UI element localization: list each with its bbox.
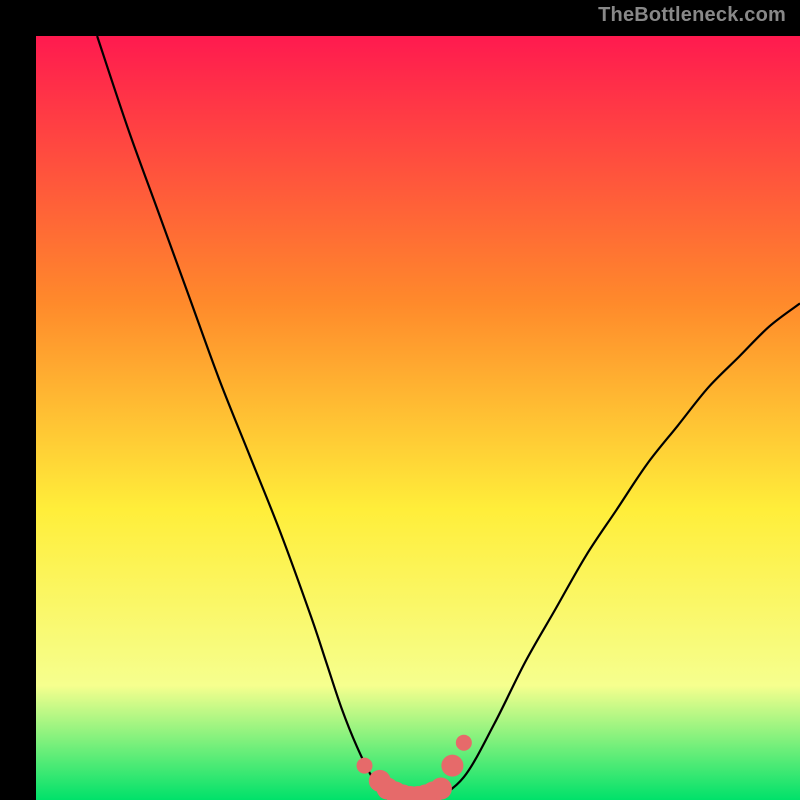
gradient-background [36,36,800,800]
chart-frame [18,18,782,782]
marker-dot [456,735,472,751]
marker-dot [441,755,463,777]
marker-dot [430,778,452,800]
watermark-text: TheBottleneck.com [598,4,786,27]
chart-svg [36,36,800,800]
marker-dot [357,758,373,774]
